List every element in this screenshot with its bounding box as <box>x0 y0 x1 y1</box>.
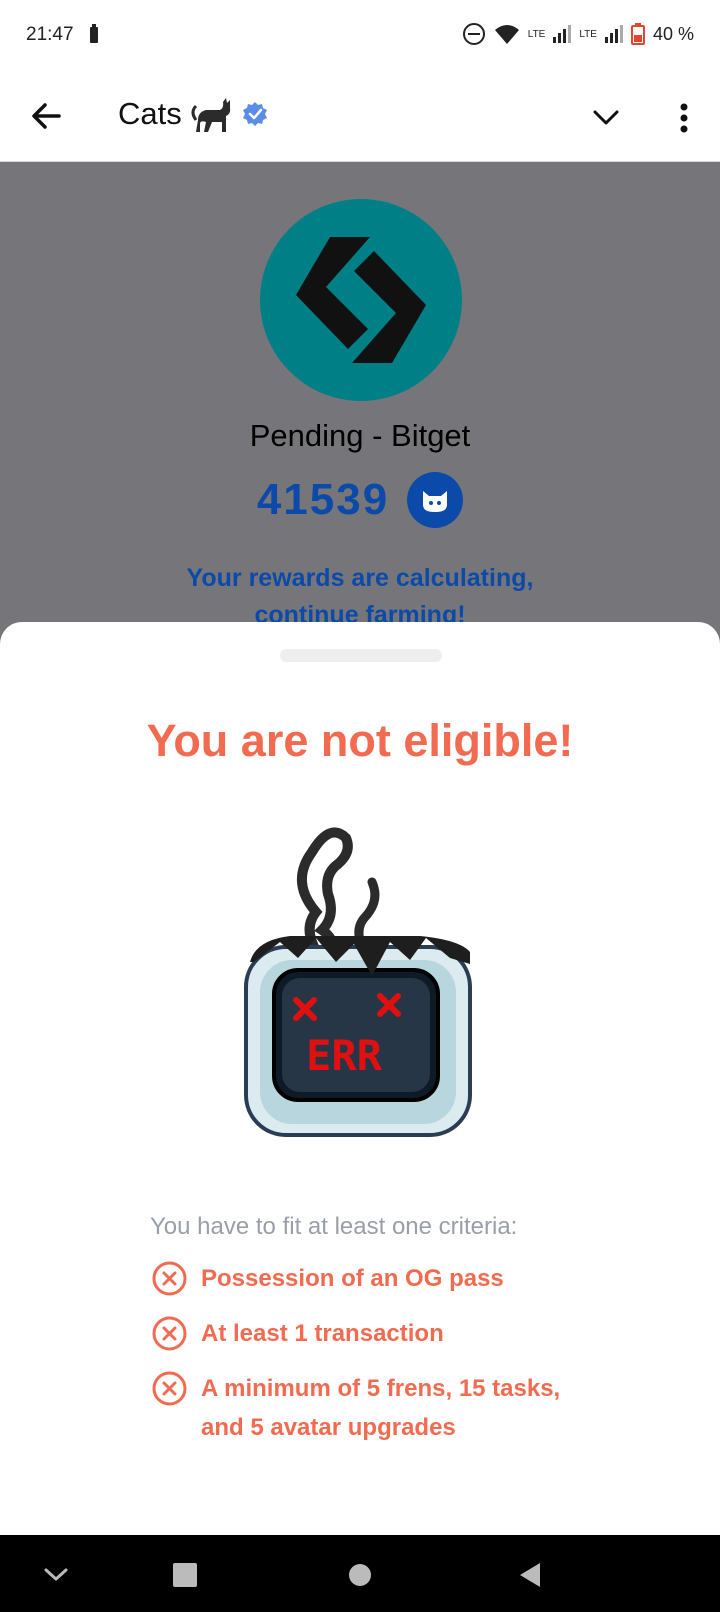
cat-emoji-icon <box>191 98 230 132</box>
chevron-down-icon <box>593 110 619 125</box>
x-circle-icon <box>152 1371 187 1406</box>
sheet-title: You are not eligible! <box>146 715 574 766</box>
not-eligible-sheet: You are not eligible! ERR You have to fi… <box>0 622 720 1535</box>
err-label: ERR <box>306 1031 383 1080</box>
pending-title: Pending - Bitget <box>249 418 471 453</box>
bitget-logo-icon <box>296 237 426 363</box>
list-item: Possession of an OG pass <box>152 1259 592 1298</box>
x-circle-icon <box>152 1316 187 1351</box>
wifi-icon <box>494 25 519 44</box>
more-vert-icon <box>680 103 688 133</box>
square-icon <box>173 1563 197 1587</box>
collapse-button[interactable] <box>584 96 628 140</box>
battery-percent: 40 % <box>652 23 694 44</box>
verified-badge-icon <box>242 102 267 126</box>
list-item: A minimum of 5 frens, 15 tasks, and 5 av… <box>152 1369 592 1447</box>
sheet-drag-handle[interactable] <box>280 649 442 662</box>
system-nav-bar <box>0 1535 720 1612</box>
score-value: 41539 <box>256 475 390 524</box>
signal-icon-2 <box>604 25 623 43</box>
cats-coin-icon <box>407 472 464 528</box>
chat-title[interactable]: Cats <box>118 94 268 134</box>
criteria-text: Possession of an OG pass <box>201 1265 504 1292</box>
more-options-button[interactable] <box>662 96 706 140</box>
battery-saver-icon <box>90 24 98 43</box>
arrow-left-icon <box>32 103 61 129</box>
lte-label-2: LTE <box>579 28 597 40</box>
criteria-text: A minimum of 5 frens, 15 tasks, and 5 av… <box>201 1375 561 1441</box>
do-not-disturb-icon <box>462 23 485 45</box>
back-button[interactable] <box>24 94 68 138</box>
nav-home-button[interactable] <box>338 1553 382 1597</box>
x-circle-icon <box>152 1261 187 1296</box>
signal-icon-1 <box>553 25 572 43</box>
status-bar: 21:47 LTE LTE 40 % <box>0 0 720 70</box>
nav-recents-button[interactable] <box>163 1553 207 1597</box>
lte-label-1: LTE <box>527 28 546 40</box>
criteria-label: You have to fit at least one criteria: <box>150 1213 518 1240</box>
app-bar: Cats <box>0 70 720 162</box>
status-icons: LTE LTE 40 % <box>462 22 694 46</box>
err-monitor-illustration: ERR <box>244 827 472 1137</box>
criteria-text: At least 1 transaction <box>201 1320 444 1347</box>
chat-title-text: Cats <box>118 96 182 131</box>
nav-hide-keyboard-button[interactable] <box>34 1553 78 1597</box>
cat-face-icon <box>423 491 448 512</box>
criteria-list: Possession of an OG pass At least 1 tran… <box>152 1259 592 1463</box>
nav-back-button[interactable] <box>508 1553 552 1597</box>
webview-content: Pending - Bitget 41539 Your rewards are … <box>0 162 720 662</box>
score-row: 41539 <box>0 472 720 528</box>
list-item: At least 1 transaction <box>152 1314 592 1353</box>
battery-icon <box>630 23 645 45</box>
triangle-back-icon <box>520 1563 540 1587</box>
circle-home-icon <box>349 1564 371 1586</box>
bitget-logo <box>260 199 462 401</box>
status-time: 21:47 <box>26 24 74 45</box>
chevron-down-icon <box>44 1568 68 1581</box>
